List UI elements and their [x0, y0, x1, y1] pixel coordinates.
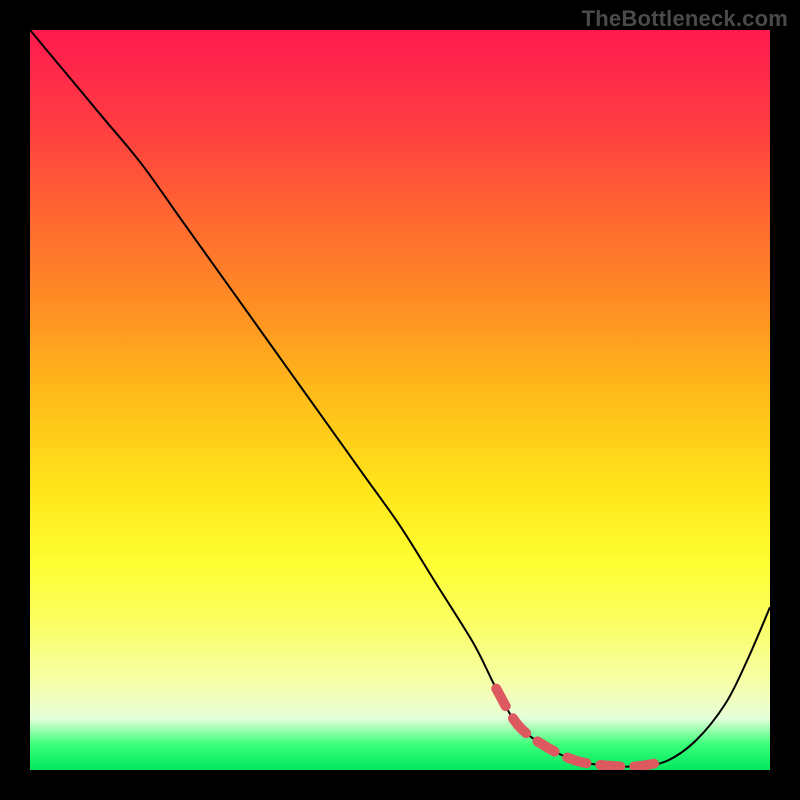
bottleneck-curve	[30, 30, 770, 767]
plot-area	[30, 30, 770, 770]
watermark-text: TheBottleneck.com	[582, 6, 788, 32]
curve-layer	[30, 30, 770, 770]
highlight-segment	[496, 689, 666, 767]
chart-frame: TheBottleneck.com	[0, 0, 800, 800]
